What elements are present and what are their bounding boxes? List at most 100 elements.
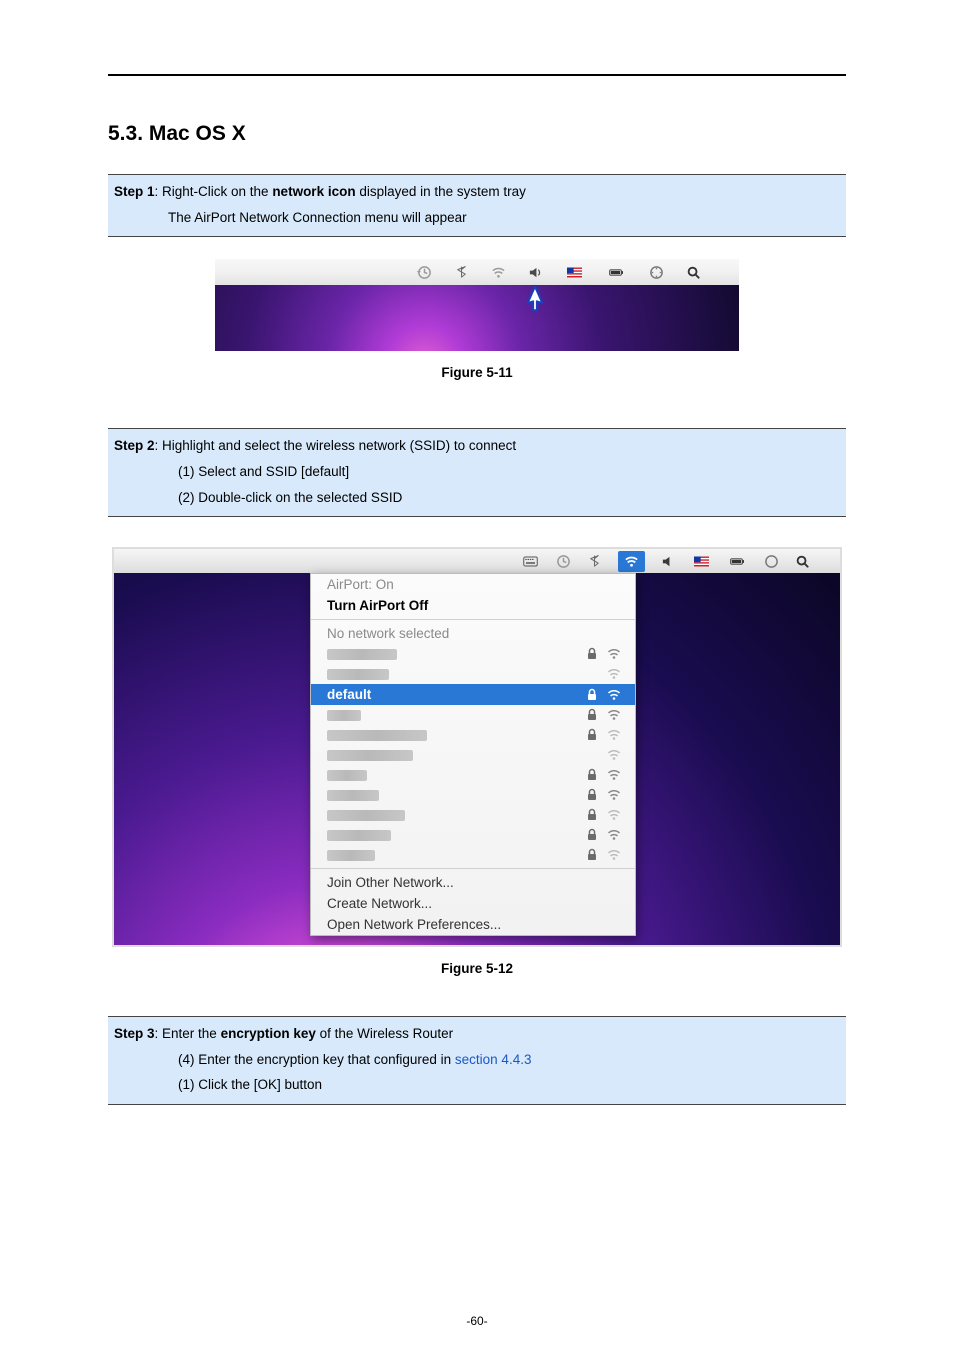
create-network-text: Create Network... [327, 896, 432, 911]
network-item[interactable] [311, 644, 635, 664]
timemachine-icon[interactable] [417, 265, 432, 280]
join-other-item[interactable]: Join Other Network... [311, 872, 635, 893]
menu-separator [311, 868, 635, 869]
menu-separator [311, 619, 635, 620]
blurred-ssid [327, 850, 375, 861]
network-item[interactable] [311, 825, 635, 845]
figure-5-11 [215, 259, 739, 351]
wifi-icon [607, 768, 621, 782]
wifi-icon [607, 788, 621, 802]
network-item-right [585, 828, 621, 842]
step-3-line-1: Step 3: Enter the encryption key of the … [114, 1021, 840, 1047]
network-item-right [585, 788, 621, 802]
blurred-ssid [327, 810, 405, 821]
join-other-text: Join Other Network... [327, 875, 454, 890]
open-prefs-text: Open Network Preferences... [327, 917, 501, 932]
wifi-icon [607, 667, 621, 681]
sync-icon[interactable] [764, 554, 779, 569]
step-2-item-1b: ] [345, 464, 349, 479]
flag-us-icon[interactable] [692, 554, 710, 569]
sync-icon[interactable] [649, 265, 664, 280]
figure-5-12: AirPort: On Turn AirPort Off No network … [112, 547, 842, 947]
wifi-icon-highlighted[interactable] [618, 551, 645, 572]
step-3-bold: encryption key [221, 1026, 316, 1041]
step-2-text: : Highlight and select the wireless netw… [155, 438, 517, 453]
lock-icon [585, 768, 599, 782]
network-item[interactable] [311, 765, 635, 785]
blurred-ssid [327, 710, 361, 721]
step-1-bold: network icon [272, 184, 355, 199]
open-prefs-item[interactable]: Open Network Preferences... [311, 914, 635, 935]
wifi-icon [607, 728, 621, 742]
step-3-text-b: of the Wireless Router [316, 1026, 453, 1041]
network-item[interactable] [311, 785, 635, 805]
step-1-label: Step 1 [114, 184, 155, 199]
bluetooth-icon[interactable] [454, 265, 469, 280]
lock-icon [585, 728, 599, 742]
battery-icon[interactable] [605, 265, 627, 280]
create-network-item[interactable]: Create Network... [311, 893, 635, 914]
lock-icon [585, 828, 599, 842]
step-2-label: Step 2 [114, 438, 155, 453]
blurred-ssid [327, 830, 391, 841]
network-item[interactable] [311, 805, 635, 825]
volume-icon[interactable] [661, 554, 676, 569]
network-item-right [585, 768, 621, 782]
network-item[interactable] [311, 845, 635, 865]
timemachine-icon[interactable] [556, 554, 571, 569]
wifi-icon [607, 708, 621, 722]
network-item-right [585, 647, 621, 661]
turn-airport-off-item[interactable]: Turn AirPort Off [311, 595, 635, 616]
wifi-icon [607, 808, 621, 822]
lock-icon [585, 647, 599, 661]
spotlight-icon[interactable] [686, 265, 701, 280]
network-item-right [585, 708, 621, 722]
step-2-item-1: (1) Select and SSID [default] [114, 459, 840, 485]
network-item-right [585, 728, 621, 742]
lock-icon [585, 848, 599, 862]
pointer-arrow [526, 285, 544, 313]
volume-icon[interactable] [528, 265, 543, 280]
wifi-icon [607, 848, 621, 862]
step-3-item-1a: (4) Enter the encryption key that config… [178, 1052, 455, 1067]
step-3-item-1: (4) Enter the encryption key that config… [114, 1047, 840, 1073]
network-item-right [607, 667, 621, 681]
figure-5-12-caption: Figure 5-12 [108, 961, 846, 976]
header-rule [108, 74, 846, 76]
network-item[interactable] [311, 705, 635, 725]
mac-menubar [215, 259, 739, 285]
document-page: 5.3. Mac OS X Step 1: Right-Click on the… [0, 0, 954, 1350]
wifi-icon [607, 748, 621, 762]
input-source-icon[interactable] [520, 554, 540, 569]
network-item[interactable] [311, 745, 635, 765]
figure-5-12-wrap: AirPort: On Turn AirPort Off No network … [108, 547, 846, 976]
spotlight-icon[interactable] [795, 554, 810, 569]
blurred-ssid [327, 669, 389, 680]
step-3-item-1-link[interactable]: section 4.4.3 [455, 1052, 532, 1067]
mac-menubar-2 [114, 549, 840, 573]
network-item-default[interactable]: default [311, 684, 635, 705]
network-item-right [607, 748, 621, 762]
blurred-ssid [327, 730, 427, 741]
step-3-label: Step 3 [114, 1026, 155, 1041]
step-2-item-2: (2) Double-click on the selected SSID [114, 485, 840, 511]
mac-desktop-bg [215, 285, 739, 351]
step-2-box: Step 2: Highlight and select the wireles… [108, 428, 846, 517]
network-item[interactable] [311, 664, 635, 684]
network-item-right [585, 808, 621, 822]
network-item-right [585, 688, 621, 702]
network-item[interactable] [311, 725, 635, 745]
step-2-item-1-bold: default [305, 464, 346, 479]
wifi-icon[interactable] [491, 265, 506, 280]
bluetooth-icon[interactable] [587, 554, 602, 569]
figure-5-11-caption: Figure 5-11 [108, 365, 846, 380]
wifi-icon [607, 688, 621, 702]
airport-status-text: AirPort: On [327, 577, 394, 592]
wifi-icon [607, 647, 621, 661]
step-1-line-2: The AirPort Network Connection menu will… [114, 205, 840, 231]
step-1-text-b: displayed in the system tray [356, 184, 526, 199]
step-1-line-1: Step 1: Right-Click on the network icon … [114, 179, 840, 205]
flag-us-icon[interactable] [565, 265, 583, 280]
step-3-item-2: (1) Click the [OK] button [114, 1072, 840, 1098]
battery-icon[interactable] [726, 554, 748, 569]
